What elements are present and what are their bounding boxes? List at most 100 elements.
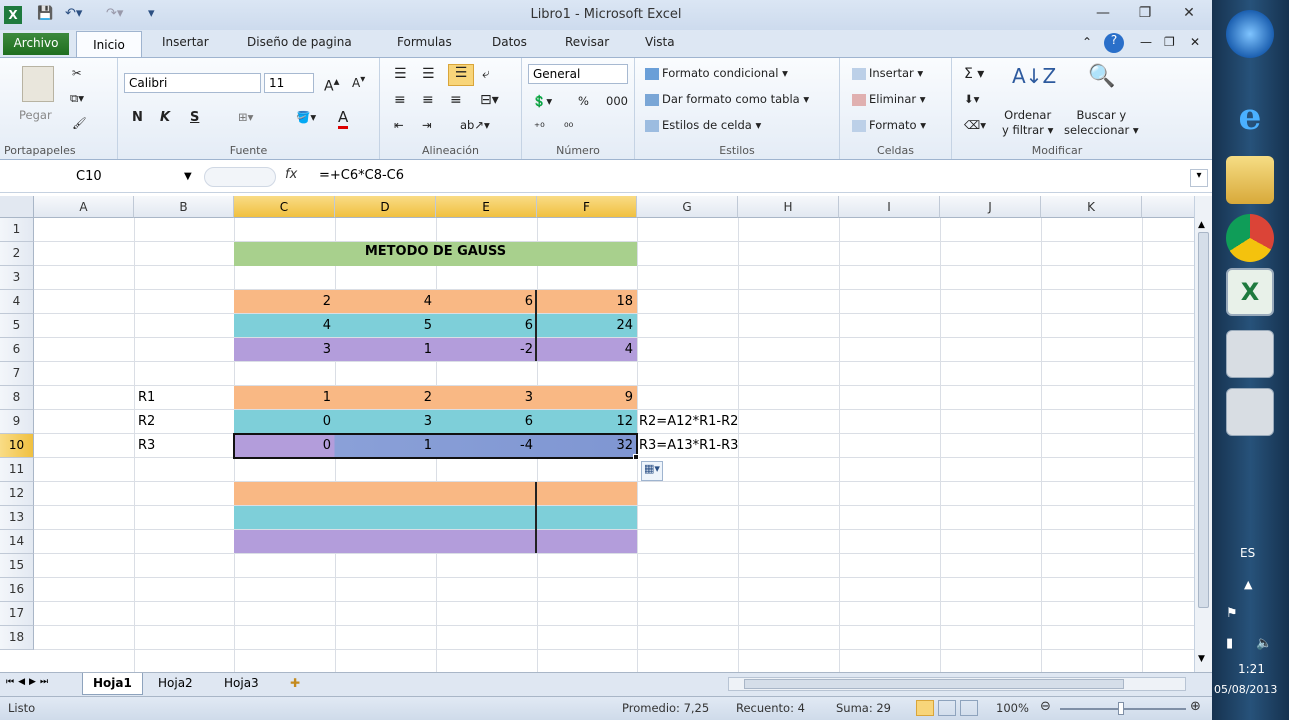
sheet-tab-hoja3[interactable]: Hoja3: [214, 673, 269, 695]
row-header-2[interactable]: 2: [0, 242, 34, 266]
name-box-dropdown-icon[interactable]: ▼: [184, 171, 192, 182]
font-name-combo[interactable]: Calibri: [124, 73, 261, 93]
col-header-k[interactable]: K: [1041, 196, 1142, 218]
cell-e9[interactable]: 6: [436, 412, 537, 431]
merge-icon[interactable]: ⊟▾: [480, 92, 499, 108]
tab-inicio[interactable]: Inicio: [76, 31, 142, 58]
zoom-out-icon[interactable]: ⊖: [1040, 699, 1051, 714]
col-header-e[interactable]: E: [436, 196, 537, 218]
cell-d4[interactable]: 4: [335, 292, 436, 311]
align-right-icon[interactable]: ≡: [450, 92, 462, 108]
network-icon[interactable]: ▮: [1226, 636, 1233, 651]
shrink-font-icon[interactable]: A▾: [352, 74, 365, 90]
start-orb-icon[interactable]: [1226, 10, 1274, 58]
col-header-d[interactable]: D: [335, 196, 436, 218]
clock-date[interactable]: 05/08/2013: [1214, 683, 1289, 696]
col-header-j[interactable]: J: [940, 196, 1041, 218]
cell-c4[interactable]: 2: [234, 292, 335, 311]
flag-icon[interactable]: ⚑: [1226, 606, 1238, 621]
percent-button[interactable]: %: [578, 94, 589, 108]
col-header-f[interactable]: F: [537, 196, 637, 218]
underline-button[interactable]: S: [190, 110, 199, 125]
minimize-icon[interactable]: —: [1090, 5, 1116, 25]
thousands-button[interactable]: 000: [606, 94, 628, 108]
tab-revisar[interactable]: Revisar: [565, 35, 609, 49]
format-painter-icon[interactable]: 🖌: [72, 116, 87, 130]
row-header-12[interactable]: 12: [0, 482, 34, 506]
title-cell[interactable]: METODO DE GAUSS: [234, 242, 637, 266]
label-r1[interactable]: R1: [134, 388, 159, 407]
align-left-icon[interactable]: ≡: [394, 92, 406, 108]
number-format-combo[interactable]: General: [528, 64, 628, 84]
cell-f9[interactable]: 12: [537, 412, 637, 431]
cell-f8[interactable]: 9: [537, 388, 637, 407]
cell-c6[interactable]: 3: [234, 340, 335, 359]
bold-button[interactable]: N: [132, 110, 143, 125]
format-table-button[interactable]: Dar formato como tabla ▾: [645, 92, 809, 106]
scroll-up-icon[interactable]: ▲: [1198, 220, 1205, 230]
app-taskbar-icon-1[interactable]: [1226, 330, 1274, 378]
formula-cancel-icon[interactable]: [204, 167, 276, 187]
expand-formula-icon[interactable]: ▾: [1190, 169, 1208, 187]
col-header-i[interactable]: I: [839, 196, 940, 218]
vertical-scrollbar[interactable]: ▲ ▼: [1194, 196, 1212, 672]
excel-taskbar-icon[interactable]: X: [1226, 268, 1274, 316]
tab-vista[interactable]: Vista: [645, 35, 675, 49]
label-r2[interactable]: R2: [134, 412, 159, 431]
normal-view-icon[interactable]: [916, 700, 934, 716]
worksheet-grid[interactable]: A B C D E F G H I J K 1 2 3 4 5 6 7 8 9 …: [0, 196, 1194, 672]
increase-indent-icon[interactable]: ⇥: [422, 118, 432, 132]
cell-c9[interactable]: 0: [234, 412, 335, 431]
doc-minimize-icon[interactable]: —: [1140, 35, 1152, 49]
row-header-14[interactable]: 14: [0, 530, 34, 554]
row-header-4[interactable]: 4: [0, 290, 34, 314]
cell-styles-button[interactable]: Estilos de celda ▾: [645, 118, 761, 132]
paste-icon[interactable]: [22, 66, 54, 102]
fx-button[interactable]: fx: [285, 167, 297, 182]
delete-cells-button[interactable]: Eliminar ▾: [852, 92, 926, 106]
cell-e4[interactable]: 6: [436, 292, 537, 311]
tab-archivo[interactable]: Archivo: [3, 33, 69, 55]
row-header-13[interactable]: 13: [0, 506, 34, 530]
find-select-button[interactable]: Buscar y seleccionar ▾: [1064, 108, 1139, 138]
col-header-l[interactable]: [1142, 196, 1194, 218]
orientation-icon[interactable]: ab↗▾: [460, 118, 490, 132]
sheet-nav-icons[interactable]: ⏮◀▶⏭: [6, 677, 52, 687]
col-header-a[interactable]: A: [34, 196, 134, 218]
page-break-view-icon[interactable]: [960, 700, 978, 716]
col-header-h[interactable]: H: [738, 196, 839, 218]
copy-icon[interactable]: ⧉▾: [70, 91, 84, 106]
cell-f5[interactable]: 24: [537, 316, 637, 335]
help-icon[interactable]: ?: [1104, 33, 1124, 53]
cell-f6[interactable]: 4: [537, 340, 637, 359]
cell-c8[interactable]: 1: [234, 388, 335, 407]
currency-icon[interactable]: 💲▾: [532, 94, 552, 108]
minimize-ribbon-icon[interactable]: ⌃: [1082, 35, 1092, 49]
row-header-3[interactable]: 3: [0, 266, 34, 290]
row-header-8[interactable]: 8: [0, 386, 34, 410]
name-box[interactable]: C10: [4, 167, 199, 189]
align-center-icon[interactable]: ≡: [422, 92, 434, 108]
italic-button[interactable]: K: [160, 110, 170, 125]
formula-input[interactable]: =+C6*C8-C6: [319, 168, 404, 183]
align-top-icon[interactable]: ☰: [394, 66, 407, 82]
sort-filter-button[interactable]: Ordenar y filtrar ▾: [1002, 108, 1053, 138]
cell-d6[interactable]: 1: [335, 340, 436, 359]
cell-d9[interactable]: 3: [335, 412, 436, 431]
row-header-16[interactable]: 16: [0, 578, 34, 602]
borders-icon[interactable]: ⊞▾: [238, 110, 253, 124]
autosum-button[interactable]: Σ ▾: [964, 66, 984, 82]
grow-font-icon[interactable]: A▴: [324, 74, 339, 95]
select-all-corner[interactable]: [0, 196, 34, 218]
row-header-7[interactable]: 7: [0, 362, 34, 386]
cell-e5[interactable]: 6: [436, 316, 537, 335]
row-header-6[interactable]: 6: [0, 338, 34, 362]
zoom-level[interactable]: 100%: [996, 701, 1029, 715]
tab-insertar[interactable]: Insertar: [162, 35, 209, 49]
internet-explorer-icon[interactable]: e: [1226, 96, 1274, 144]
cell-d8[interactable]: 2: [335, 388, 436, 407]
align-middle-icon[interactable]: ☰: [422, 66, 435, 82]
scroll-thumb[interactable]: [1198, 232, 1209, 608]
note-r2[interactable]: R2=A12*R1-R2: [637, 412, 742, 431]
format-cells-button[interactable]: Formato ▾: [852, 118, 926, 132]
